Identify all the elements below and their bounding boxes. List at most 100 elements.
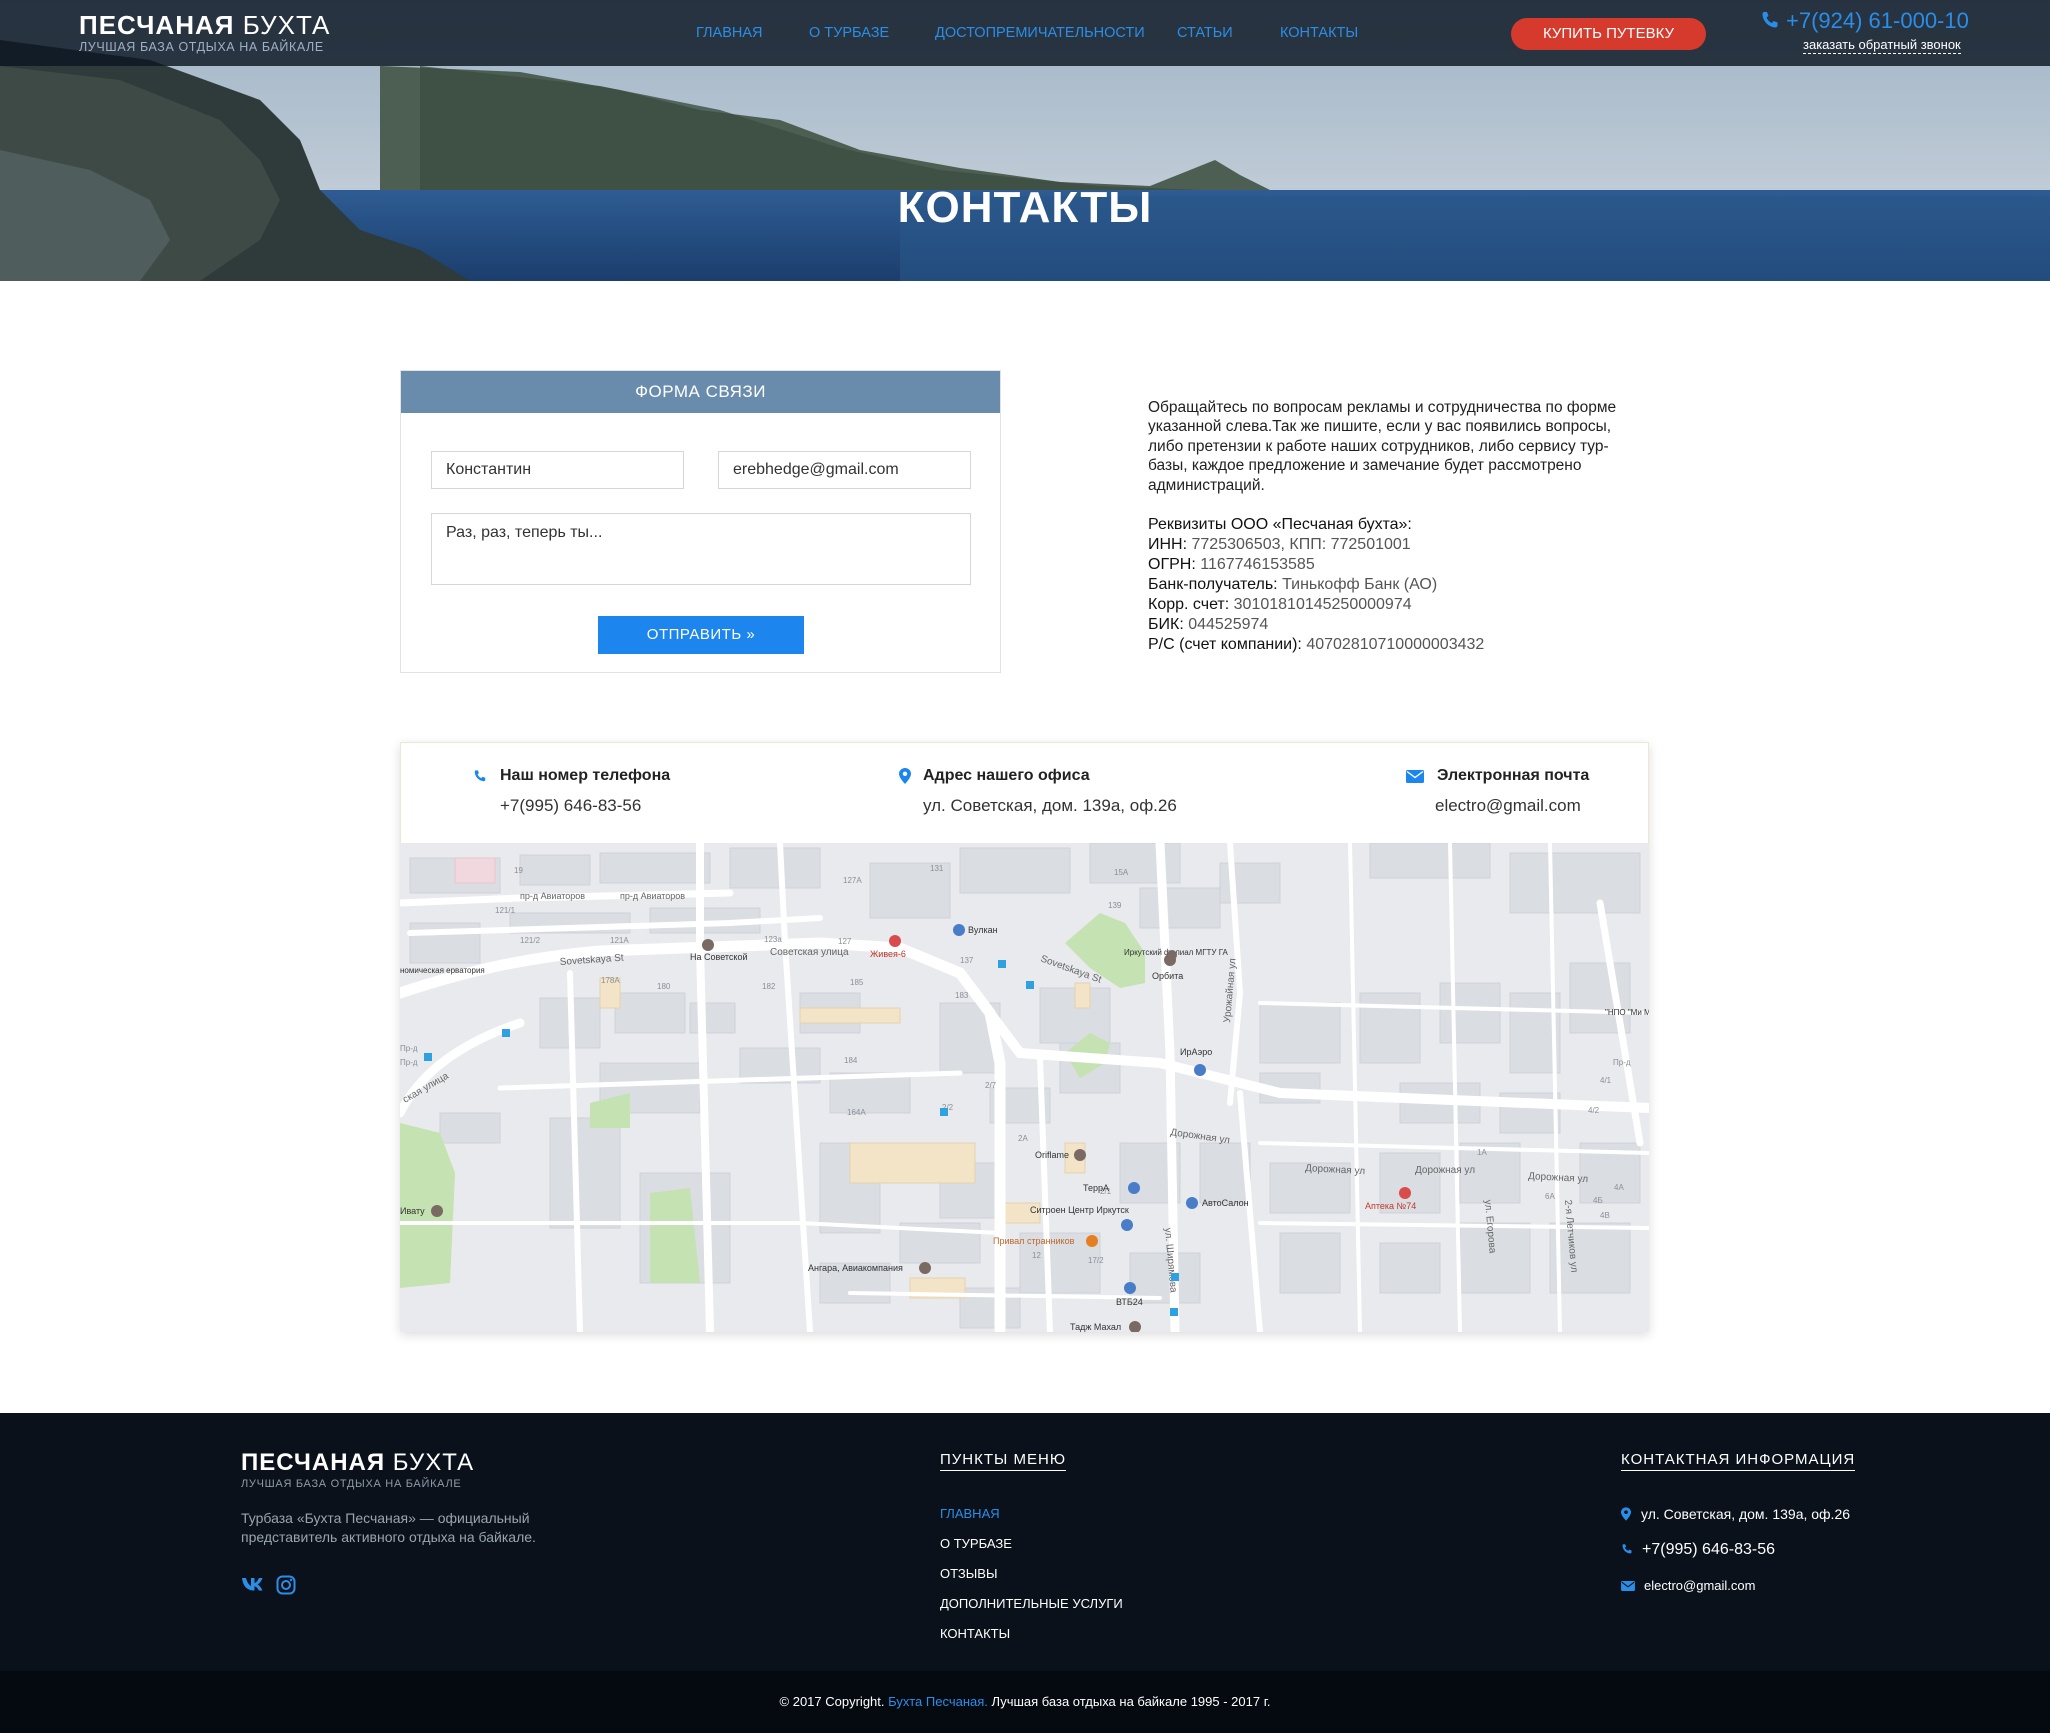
phone-icon <box>1622 1544 1632 1554</box>
map-street-label: Дорожная ул <box>1415 1165 1475 1176</box>
map-poi-label: На Советской <box>690 952 748 962</box>
footer-menu-services[interactable]: ДОПОЛНИТЕЛЬНЫЕ УСЛУГИ <box>940 1589 1123 1619</box>
map-house-number: 185 <box>850 978 864 987</box>
map-poi-oriflame[interactable]: Oriflame <box>1035 1149 1086 1161</box>
requisite-key: Р/С (счет компании): <box>1148 636 1302 653</box>
requisite-value: 40702810710000003432 <box>1301 636 1485 653</box>
map-house-number: 137 <box>960 956 974 965</box>
map-house-number: 121/1 <box>495 906 516 915</box>
map-poi-label: Ангара, Авиакомпания <box>808 1263 903 1273</box>
map-street-label: Советская улица <box>770 947 849 958</box>
footer-menu-about[interactable]: О ТУРБАЗЕ <box>940 1529 1123 1559</box>
map-house-number: 139 <box>1108 901 1122 910</box>
email-contact-title: Электронная почта <box>1437 767 1590 784</box>
requisite-row: Банк-получатель: Тинькофф Банк (АО) <box>1148 575 1668 595</box>
map-house-number: 1А <box>1477 1148 1487 1157</box>
map-house-number: 6А <box>1545 1192 1555 1201</box>
map-house-number: 4/2 <box>1588 1106 1600 1115</box>
map-poi-npo: "НПО "Ми МЗ РФ Ир <box>1605 1008 1649 1017</box>
nav-link-attractions[interactable]: ДОСТОПРЕМИЧАТЕЛЬНОСТИ <box>935 25 1145 41</box>
map-house-number: 2А <box>1018 1134 1028 1143</box>
footer-logo-bold: ПЕСЧАНАЯ <box>241 1449 386 1476</box>
map-house-number: Пр-д <box>400 1044 418 1053</box>
map-house-number: 180 <box>657 982 671 991</box>
phone-contact-title: Наш номер телефона <box>500 767 671 784</box>
requisite-value: 044525974 <box>1183 616 1269 633</box>
copyright-link[interactable]: Бухта Песчаная. <box>888 1694 988 1709</box>
map-canvas[interactable]: Советская улица Sovetskaya St Sovetskaya… <box>400 843 1649 1332</box>
footer-menu-title: ПУНКТЫ МЕНЮ <box>940 1451 1066 1471</box>
map-house-number: 4/1 <box>1600 1076 1612 1085</box>
map-poi-vulkan[interactable]: Вулкан <box>953 924 998 936</box>
requisite-value: Тинькофф Банк (АО) <box>1277 576 1438 593</box>
requisite-key: ИНН: <box>1148 536 1188 553</box>
requisite-key: Банк-получатель: <box>1148 576 1278 593</box>
map-poi-ivatu[interactable]: Ивату <box>400 1205 443 1217</box>
email-input[interactable]: erebhedge@gmail.com <box>718 451 971 489</box>
send-button[interactable]: ОТПРАВИТЬ » <box>598 616 804 654</box>
nav-link-contacts[interactable]: КОНТАКТЫ <box>1280 25 1358 41</box>
location-pin-icon <box>1621 1507 1631 1521</box>
map-house-number: 123а <box>764 935 782 944</box>
logo-tagline: ЛУЧШАЯ БАЗА ОТДЫХА НА БАЙКАЛЕ <box>79 40 324 54</box>
footer-address-text: ул. Советская, дом. 139а, оф.26 <box>1641 1506 1851 1522</box>
contacts-card: Наш номер телефона +7(995) 646-83-56 Адр… <box>400 742 1649 1332</box>
footer-menu-contacts[interactable]: КОНТАКТЫ <box>940 1619 1123 1649</box>
map-poi-label: Oriflame <box>1035 1150 1069 1160</box>
map-house-number: 127А <box>843 876 862 885</box>
map-house-number: 15А <box>1114 868 1129 877</box>
phone-contact: Наш номер телефона +7(995) 646-83-56 <box>473 767 670 816</box>
requisite-key: БИК: <box>1148 616 1184 633</box>
top-navigation-bar: ПЕСЧАНАЯ БУХТА ЛУЧШАЯ БАЗА ОТДЫХА НА БАЙ… <box>0 0 2050 66</box>
map-poi-label: ИрАэро <box>1180 1047 1212 1057</box>
instagram-icon[interactable] <box>276 1575 296 1595</box>
hero-banner: ПЕСЧАНАЯ БУХТА ЛУЧШАЯ БАЗА ОТДЫХА НА БАЙ… <box>0 0 2050 281</box>
footer-menu-home[interactable]: ГЛАВНАЯ <box>940 1499 1123 1529</box>
footer-menu: ГЛАВНАЯ О ТУРБАЗЕ ОТЗЫВЫ ДОПОЛНИТЕЛЬНЫЕ … <box>940 1499 1123 1649</box>
map-street-label: пр-д Авиаторов <box>620 891 685 901</box>
location-pin-icon <box>899 768 911 784</box>
address-contact-title: Адрес нашего офиса <box>923 767 1090 784</box>
map-house-number: 121А <box>610 936 629 945</box>
phone-icon <box>1762 12 1778 28</box>
nav-link-home[interactable]: ГЛАВНАЯ <box>696 25 763 41</box>
contact-form: ФОРМА СВЯЗИ Константин erebhedge@gmail.c… <box>400 370 1001 673</box>
header-phone-number: +7(924) 61-000-10 <box>1786 8 1969 33</box>
requisite-key: ОГРН: <box>1148 556 1196 573</box>
office-map[interactable]: Советская улица Sovetskaya St Sovetskaya… <box>400 843 1649 1332</box>
copyright-text: © 2017 Copyright. <box>779 1694 885 1709</box>
footer-phone-text: +7(995) 646-83-56 <box>1642 1541 1775 1558</box>
map-house-number: 131 <box>930 864 944 873</box>
map-poi-label: ТеррА <box>1083 1183 1109 1193</box>
header-phone[interactable]: +7(924) 61-000-10 <box>1760 8 1969 34</box>
map-poi-label: АвтоСалон <box>1202 1198 1249 1208</box>
phone-contact-value[interactable]: +7(995) 646-83-56 <box>500 796 670 816</box>
map-house-number: 4В <box>1600 1211 1610 1220</box>
map-poi-label: "НПО "Ми МЗ РФ Ир <box>1605 1008 1649 1017</box>
email-contact-value[interactable]: electro@gmail.com <box>1435 796 1589 816</box>
requisite-value: 1167746153585 <box>1195 556 1315 573</box>
map-poi-autosalon[interactable]: АвтоСалон <box>1186 1197 1249 1209</box>
vk-icon[interactable] <box>241 1575 265 1593</box>
page-title: КОНТАКТЫ <box>897 183 1153 232</box>
callback-link[interactable]: заказать обратный звонок <box>1803 37 1961 54</box>
requisite-row: Корр. счет: 30101810145250000974 <box>1148 595 1668 615</box>
footer-email[interactable]: electro@gmail.com <box>1621 1578 1755 1593</box>
nav-link-articles[interactable]: СТАТЬИ <box>1177 25 1233 41</box>
name-input[interactable]: Константин <box>431 451 684 489</box>
site-logo[interactable]: ПЕСЧАНАЯ БУХТА ЛУЧШАЯ БАЗА ОТДЫХА НА БАЙ… <box>79 12 330 54</box>
map-house-number: 17/2 <box>1088 1256 1104 1265</box>
copyright-bar: © 2017 Copyright. Бухта Песчаная. Лучшая… <box>0 1671 2050 1733</box>
message-textarea[interactable]: Раз, раз, теперь ты... <box>431 513 971 585</box>
footer-phone[interactable]: +7(995) 646-83-56 <box>1621 1541 1775 1559</box>
footer-menu-reviews[interactable]: ОТЗЫВЫ <box>940 1559 1123 1589</box>
map-house-number: 183 <box>955 991 969 1000</box>
site-footer: ПЕСЧАНАЯ БУХТА ЛУЧШАЯ БАЗА ОТДЫХА НА БАЙ… <box>0 1413 2050 1671</box>
footer-logo[interactable]: ПЕСЧАНАЯ БУХТА ЛУЧШАЯ БАЗА ОТДЫХА НА БАЙ… <box>241 1449 474 1490</box>
requisite-row: БИК: 044525974 <box>1148 615 1668 635</box>
phone-icon <box>474 770 486 782</box>
nav-link-about[interactable]: О ТУРБАЗЕ <box>809 25 889 41</box>
buy-voucher-button[interactable]: КУПИТЬ ПУТЕВКУ <box>1511 18 1706 50</box>
map-house-number: 121/2 <box>520 936 541 945</box>
map-house-number: 184 <box>844 1056 858 1065</box>
